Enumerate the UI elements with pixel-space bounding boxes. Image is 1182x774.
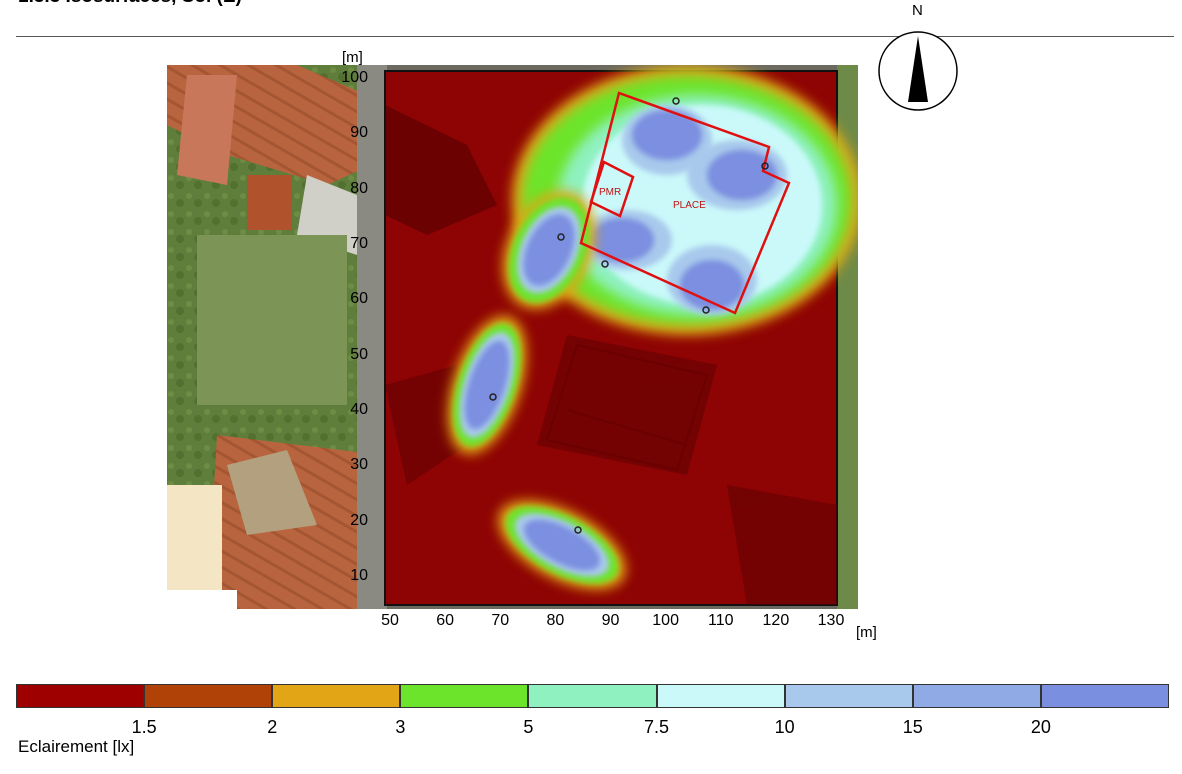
- x-tick-label: 80: [546, 612, 565, 629]
- legend-swatch: [400, 684, 529, 708]
- north-arrow-icon: [877, 30, 959, 112]
- legend-swatch: [784, 684, 913, 708]
- legend-boundary-label: 1.5: [131, 717, 157, 737]
- x-tick-label: 120: [762, 612, 790, 629]
- x-tick-label: 60: [436, 612, 455, 629]
- x-tick-label: 70: [491, 612, 510, 629]
- legend-boundary-label: 10: [774, 717, 795, 737]
- legend-swatch: [1040, 684, 1169, 708]
- x-tick-label: 130: [817, 612, 845, 629]
- illuminance-legend: [16, 684, 1169, 708]
- x-axis-unit: [m]: [856, 624, 877, 641]
- y-tick-label: 70: [350, 235, 368, 252]
- x-tick-label: 50: [381, 612, 399, 629]
- place-label: PLACE: [673, 200, 706, 211]
- legend-boundary-label: 3: [395, 717, 406, 737]
- page-title: 1.3.3 Isosurfaces, Sol (E): [18, 0, 242, 8]
- legend-swatch: [272, 684, 401, 708]
- legend-swatch: [912, 684, 1041, 708]
- y-tick-label: 40: [350, 401, 368, 418]
- y-tick-label: 80: [350, 179, 368, 197]
- x-tick-label: 90: [601, 612, 620, 629]
- y-tick-label: 50: [350, 345, 368, 363]
- y-axis-unit: [m]: [342, 49, 363, 66]
- header-divider: [16, 36, 1174, 37]
- x-tick-label: 110: [707, 612, 734, 629]
- y-tick-label: 20: [350, 511, 368, 529]
- y-tick-label: 60: [350, 290, 368, 308]
- legend-swatch: [528, 684, 657, 708]
- x-tick-label: 100: [652, 612, 679, 629]
- legend-boundary-label: 7.5: [644, 717, 670, 737]
- y-tick-label: 100: [341, 69, 368, 86]
- legend-swatch: [16, 684, 145, 708]
- legend-title: Eclairement [lx]: [18, 737, 135, 756]
- illuminance-map: PMR PLACE: [167, 65, 858, 609]
- legend-boundary-label: 15: [902, 717, 923, 737]
- legend-boundary-label: 2: [267, 717, 278, 737]
- legend-swatch: [656, 684, 785, 708]
- legend-swatch: [144, 684, 273, 708]
- compass-label: N: [912, 2, 923, 19]
- legend-boundary-label: 20: [1030, 717, 1051, 737]
- y-tick-label: 30: [350, 456, 368, 474]
- y-tick-label: 10: [350, 567, 368, 584]
- legend-boundary-label: 5: [523, 717, 534, 737]
- pmr-label: PMR: [599, 187, 621, 198]
- y-tick-label: 90: [350, 124, 368, 142]
